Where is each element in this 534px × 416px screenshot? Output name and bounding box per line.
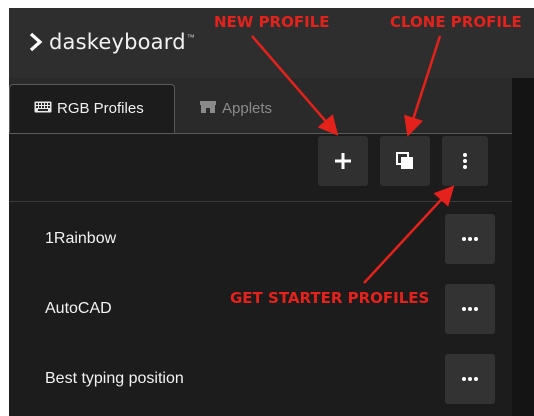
profile-row[interactable]: 1Rainbow bbox=[9, 204, 512, 274]
profile-menu-button[interactable] bbox=[445, 284, 495, 334]
clone-profile-button[interactable] bbox=[380, 136, 430, 186]
keyboard-icon bbox=[34, 100, 52, 117]
tab-applets[interactable]: Applets bbox=[199, 84, 272, 133]
logo-mark-icon bbox=[29, 32, 43, 52]
profile-name: 1Rainbow bbox=[45, 230, 117, 247]
tab-bar: RGB Profiles Applets bbox=[9, 78, 512, 134]
profile-name: Best typing position bbox=[45, 370, 184, 387]
get-starter-profiles-callout: GET STARTER PROFILES bbox=[230, 289, 430, 307]
logo-text: daskeyboard bbox=[49, 30, 186, 54]
vertical-ellipsis-icon bbox=[463, 153, 467, 169]
horizontal-ellipsis-icon bbox=[462, 377, 478, 381]
new-profile-callout: NEW PROFILE bbox=[214, 13, 330, 31]
profile-row[interactable]: Best typing position bbox=[9, 344, 512, 414]
new-profile-button[interactable] bbox=[318, 136, 368, 186]
clone-profile-callout: CLONE PROFILE bbox=[390, 13, 522, 31]
plus-icon bbox=[335, 153, 351, 169]
trademark-mark: ™ bbox=[186, 32, 195, 42]
daskeyboard-logo: daskeyboard ™ bbox=[29, 30, 195, 54]
store-icon bbox=[199, 100, 217, 118]
app-window: daskeyboard ™ RGB Profiles Applets 1Rain… bbox=[9, 8, 534, 416]
clone-icon bbox=[396, 152, 413, 169]
tab-applets-label: Applets bbox=[222, 100, 273, 117]
horizontal-ellipsis-icon bbox=[462, 237, 478, 241]
tab-rgb-profiles-label: RGB Profiles bbox=[57, 100, 144, 117]
more-options-button[interactable] bbox=[442, 136, 488, 186]
horizontal-ellipsis-icon bbox=[462, 307, 478, 311]
tab-rgb-profiles[interactable]: RGB Profiles bbox=[9, 84, 175, 133]
profile-name: AutoCAD bbox=[45, 300, 112, 317]
toolbar-divider bbox=[9, 201, 512, 202]
side-panel-edge bbox=[512, 78, 534, 416]
profile-row[interactable]: AutoCAD bbox=[9, 274, 512, 344]
profile-menu-button[interactable] bbox=[445, 354, 495, 404]
profile-menu-button[interactable] bbox=[445, 214, 495, 264]
